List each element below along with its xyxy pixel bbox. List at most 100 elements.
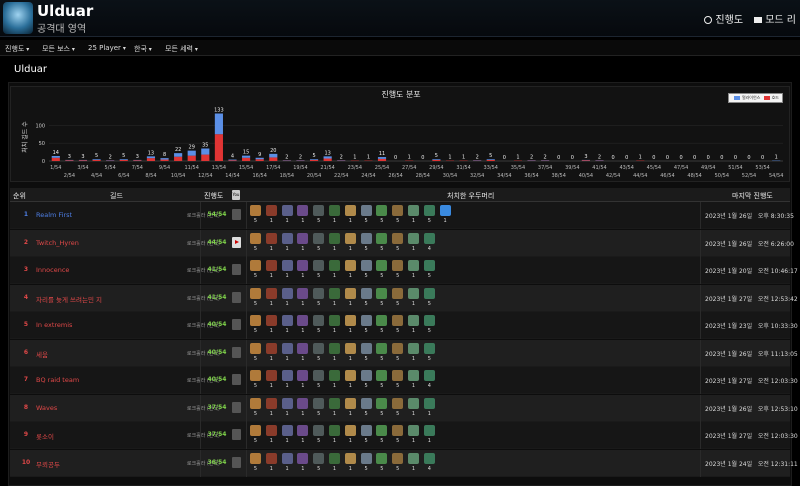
guild-name-link[interactable]: Innocence [36, 266, 69, 274]
boss-kill[interactable]: 5 [376, 397, 388, 420]
boss-kill[interactable]: 1 [329, 370, 341, 392]
table-row[interactable]: 10 무뢰공두 로크홀라 (한국) 36/54 5 1 1 1 5 1 1 5 5 5 1 4 2023년 1월… [10, 449, 798, 477]
boss-kill[interactable]: 5 [360, 342, 373, 365]
boss-kill[interactable]: 5 [376, 232, 388, 255]
boss-kill[interactable]: 1 [265, 287, 278, 310]
boss-kill[interactable]: 1 [329, 260, 341, 282]
boss-kill[interactable]: 5 [392, 287, 404, 310]
guild-name-link[interactable]: Realm First [36, 211, 72, 219]
boss-kill[interactable]: 5 [376, 315, 388, 337]
boss-kill[interactable]: 1 [344, 205, 357, 227]
table-row[interactable]: 3 Innocence 로크홀라 (한국) 41/54 5 1 1 1 5 1 1 5 5 5 1 5 2023… [10, 257, 798, 284]
boss-kill[interactable]: 1 [344, 315, 357, 337]
nav-boss-dropdown[interactable]: 모든 보스 [42, 44, 75, 54]
boss-kill[interactable]: 1 [281, 370, 294, 392]
guild-name-link[interactable]: Twitch_Hyren [36, 239, 79, 247]
boss-kill[interactable]: 5 [250, 205, 262, 227]
boss-kill[interactable]: 1 [344, 342, 357, 365]
boss-kill[interactable]: 1 [344, 452, 357, 475]
boss-kill[interactable]: 1 [329, 232, 341, 255]
boss-kill[interactable]: 5 [376, 425, 388, 447]
boss-kill[interactable]: 5 [250, 425, 262, 447]
boss-kill[interactable]: 1 [297, 342, 309, 365]
boss-kill[interactable]: 5 [250, 287, 262, 310]
boss-kill[interactable]: 1 [265, 205, 278, 227]
boss-kill[interactable]: 1 [265, 425, 278, 447]
boss-kill[interactable]: 1 [265, 397, 278, 420]
nav-region-dropdown[interactable]: 한국 [134, 44, 152, 54]
guild-name-link[interactable]: In extremis [36, 321, 72, 329]
boss-kill[interactable]: 5 [313, 260, 325, 282]
boss-kill[interactable]: 1 [265, 452, 278, 475]
boss-kill[interactable]: 5 [360, 370, 373, 392]
boss-kill[interactable]: 5 [313, 452, 325, 475]
boss-kill[interactable]: 1 [297, 205, 309, 227]
other-link[interactable]: 모드 리 [754, 15, 796, 26]
guild-name-link[interactable]: 자리를 늦게 쓰려는민 지 [36, 294, 102, 304]
table-row[interactable]: 5 In extremis 로크홀라 (한국) 40/54 5 1 1 1 5 1 1 5 5 5 1 5 20… [10, 312, 798, 339]
boss-kill[interactable]: 1 [408, 425, 420, 447]
table-row[interactable]: 9 롯소이 로크홀라 (한국) 37/54 5 1 1 1 5 1 1 5 5 5 1 1 2023년 1월 2… [10, 422, 798, 449]
boss-kill[interactable]: 5 [250, 342, 262, 365]
boss-kill[interactable]: 5 [313, 370, 325, 392]
boss-kill[interactable]: 5 [392, 260, 404, 282]
boss-kill[interactable]: 1 [329, 315, 341, 337]
boss-kill[interactable]: 5 [376, 205, 388, 227]
boss-kill[interactable]: 1 [281, 287, 294, 310]
table-row[interactable]: 6 세움 로크홀라 (한국) 40/54 5 1 1 1 5 1 1 5 5 5 1 5 2023년 1월 26… [10, 339, 798, 367]
guild-name-link[interactable]: 롯소이 [36, 431, 54, 441]
boss-kill[interactable]: 1 [329, 287, 341, 310]
boss-kill[interactable]: 5 [392, 452, 404, 475]
boss-kill[interactable]: 5 [376, 287, 388, 310]
boss-kill[interactable]: 1 [281, 452, 294, 475]
table-row[interactable]: 1 Realm First 로크홀라 (한국) 54/54 5 1 1 1 5 1 1 5 5 5 1 5 1 2… [10, 202, 794, 229]
boss-kill[interactable]: 5 [250, 397, 262, 420]
boss-kill[interactable]: 1 [408, 232, 420, 255]
boss-kill[interactable]: 5 [250, 232, 262, 255]
boss-kill[interactable]: 1 [281, 342, 294, 365]
boss-kill[interactable]: 1 [423, 397, 436, 420]
guild-name-link[interactable]: 무뢰공두 [36, 459, 60, 469]
boss-kill[interactable]: 1 [329, 452, 341, 475]
boss-kill[interactable]: 1 [297, 315, 309, 337]
boss-kill[interactable]: 1 [344, 425, 357, 447]
guild-name-link[interactable]: 세움 [36, 349, 48, 359]
boss-kill[interactable]: 1 [297, 260, 309, 282]
boss-kill[interactable]: 5 [423, 342, 436, 365]
boss-kill[interactable]: 5 [360, 205, 373, 227]
boss-kill[interactable]: 5 [376, 342, 388, 365]
boss-kill[interactable]: 1 [265, 260, 278, 282]
boss-kill[interactable]: 4 [423, 452, 436, 475]
nav-progress-dropdown[interactable]: 진행도 [5, 44, 29, 54]
boss-kill[interactable]: 4 [423, 370, 436, 392]
boss-kill[interactable]: 5 [360, 287, 373, 310]
boss-kill[interactable]: 5 [376, 452, 388, 475]
boss-kill[interactable]: 5 [392, 397, 404, 420]
boss-kill[interactable]: 5 [392, 315, 404, 337]
table-row[interactable]: 4 자리를 늦게 쓰려는민 지 로크홀라 (한국) 41/54 5 1 1 1 5 1 1 5 5 5 1 5… [10, 284, 798, 312]
boss-kill[interactable]: 5 [313, 287, 325, 310]
boss-kill[interactable]: 1 [344, 397, 357, 420]
boss-kill[interactable]: 4 [423, 232, 436, 255]
boss-kill[interactable]: 5 [392, 425, 404, 447]
boss-kill[interactable]: 1 [281, 260, 294, 282]
boss-kill[interactable]: 5 [423, 260, 436, 282]
boss-kill[interactable]: 1 [329, 205, 341, 227]
boss-kill[interactable]: 1 [344, 260, 357, 282]
boss-kill[interactable]: 1 [265, 315, 278, 337]
boss-kill[interactable]: 1 [344, 287, 357, 310]
boss-kill[interactable]: 1 [297, 232, 309, 255]
boss-kill[interactable]: 5 [360, 260, 373, 282]
boss-kill[interactable]: 5 [392, 205, 404, 227]
boss-kill[interactable]: 1 [408, 287, 420, 310]
boss-kill[interactable]: 1 [329, 397, 341, 420]
boss-kill[interactable]: 5 [423, 205, 436, 227]
boss-kill[interactable]: 1 [297, 397, 309, 420]
boss-kill[interactable]: 5 [313, 232, 325, 255]
boss-kill[interactable]: 1 [439, 205, 452, 227]
boss-kill[interactable]: 1 [281, 232, 294, 255]
boss-kill[interactable]: 5 [360, 425, 373, 447]
boss-kill[interactable]: 5 [313, 342, 325, 365]
language-link[interactable]: 진행도 [704, 15, 743, 26]
nav-faction-dropdown[interactable]: 모든 세력 [165, 44, 198, 54]
